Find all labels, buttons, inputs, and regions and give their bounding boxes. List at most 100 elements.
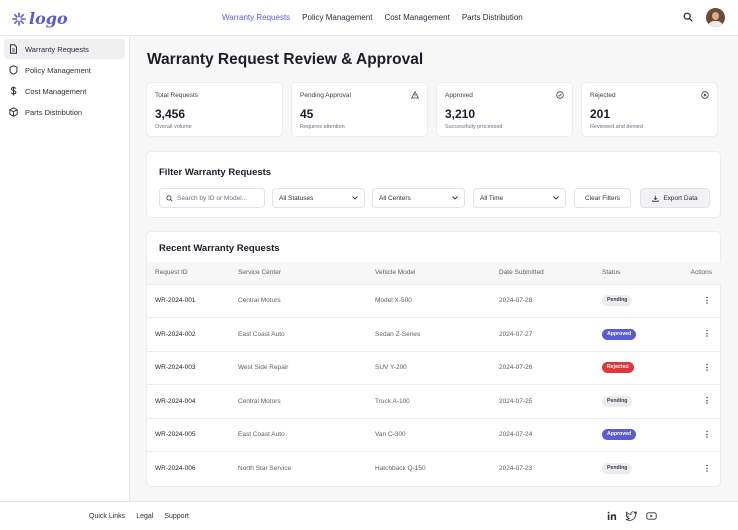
export-data-button[interactable]: Export Data: [640, 188, 710, 208]
column-header-date-submitted[interactable]: Date Submitted: [499, 262, 602, 284]
sidebar-item-label: Warranty Requests: [25, 44, 89, 54]
sidebar-item-cost-management[interactable]: Cost Management: [4, 81, 125, 101]
cell-vehicle-model: Sedan Z-Series: [375, 317, 499, 351]
sidebar-item-policy-management[interactable]: Policy Management: [4, 60, 125, 80]
topnav-warranty-requests[interactable]: Warranty Requests: [222, 13, 290, 22]
status-badge: Rejected: [602, 362, 634, 374]
chevron-down-icon: [553, 196, 559, 200]
topnav-policy-management[interactable]: Policy Management: [302, 13, 372, 22]
export-data-label: Export Data: [663, 194, 698, 202]
stat-value: 3,210: [445, 107, 476, 121]
recent-requests-card: Recent Warranty Requests Request ID Serv…: [146, 231, 722, 487]
stat-card-pending-approval: Pending Approval 45 Requires attention: [291, 82, 428, 137]
footer-link-quick-links[interactable]: Quick Links: [89, 513, 125, 520]
sidebar: Warranty Requests Policy Management Cost…: [0, 36, 130, 501]
linkedin-icon[interactable]: [607, 511, 617, 521]
stat-value: 45: [300, 107, 314, 121]
cell-request-id: WR-2024-004: [147, 384, 238, 418]
search-icon[interactable]: [683, 12, 693, 22]
column-header-status[interactable]: Status: [602, 262, 672, 284]
top-navigation-bar: logo Warranty Requests Policy Management…: [0, 0, 738, 36]
topnav-cost-management[interactable]: Cost Management: [384, 13, 449, 22]
cell-service-center: Central Motors: [238, 384, 375, 418]
more-actions-icon[interactable]: ⋮: [702, 397, 712, 405]
topnav-parts-distribution[interactable]: Parts Distribution: [462, 13, 523, 22]
center-select[interactable]: All Centers: [372, 188, 465, 208]
column-header-service-center[interactable]: Service Center: [238, 262, 375, 284]
logo-text: logo: [29, 9, 68, 28]
sidebar-item-label: Parts Distribution: [25, 107, 83, 117]
more-actions-icon[interactable]: ⋮: [702, 464, 712, 473]
search-placeholder: Search by ID or Model...: [177, 194, 248, 202]
more-actions-icon[interactable]: ⋮: [702, 296, 712, 305]
more-actions-icon[interactable]: ⋮: [702, 363, 712, 372]
cell-date-submitted: 2024-07-26: [499, 350, 602, 385]
footer-link-legal[interactable]: Legal: [136, 513, 153, 520]
sidebar-item-label: Policy Management: [25, 65, 91, 75]
stat-label: Approved: [445, 92, 473, 99]
table-row[interactable]: WR-2024-006 North Star Service Hatchback…: [147, 451, 722, 485]
cell-request-id: WR-2024-001: [147, 283, 238, 318]
chevron-down-icon: [452, 196, 458, 200]
brand-logo[interactable]: logo: [12, 9, 68, 28]
social-links: [607, 511, 657, 521]
table-row[interactable]: WR-2024-001 Central Motors Model X-500 2…: [147, 283, 722, 318]
x-circle-icon: [701, 91, 709, 99]
top-nav-links: Warranty Requests Policy Management Cost…: [222, 13, 523, 22]
shield-icon: [9, 65, 18, 75]
footer-links: Quick Links Legal Support: [89, 513, 189, 520]
cell-request-id: WR-2024-002: [147, 317, 238, 351]
clear-filters-button[interactable]: Clear Filters: [574, 188, 631, 208]
column-header-vehicle-model[interactable]: Vehicle Model: [375, 262, 499, 284]
table-title: Recent Warranty Requests: [159, 243, 280, 254]
document-icon: [10, 44, 17, 54]
filter-card-title: Filter Warranty Requests: [159, 167, 272, 178]
dollar-icon: [10, 86, 17, 96]
cell-service-center: North Star Service: [238, 451, 375, 485]
cell-vehicle-model: Truck A-100: [375, 384, 499, 418]
search-input[interactable]: Search by ID or Model...: [159, 188, 265, 208]
status-badge: Pending: [602, 463, 633, 474]
logo-burst-icon: [12, 11, 26, 26]
cell-vehicle-model: SUV Y-200: [375, 350, 499, 385]
cell-date-submitted: 2024-07-27: [499, 317, 602, 351]
stat-label: Pending Approval: [300, 92, 351, 99]
package-icon: [9, 107, 18, 117]
footer-link-support[interactable]: Support: [164, 513, 189, 520]
status-select[interactable]: All Statuses: [272, 188, 365, 208]
more-actions-icon[interactable]: ⋮: [702, 330, 712, 338]
cell-request-id: WR-2024-003: [147, 350, 238, 385]
stat-subtitle: Overall volume: [155, 124, 192, 130]
cell-request-id: WR-2024-006: [147, 451, 238, 485]
stat-subtitle: Reviewed and denied: [590, 124, 643, 130]
sidebar-item-parts-distribution[interactable]: Parts Distribution: [4, 102, 125, 122]
stat-value: 3,456: [155, 107, 186, 121]
table-row[interactable]: WR-2024-002 East Coast Auto Sedan Z-Seri…: [147, 317, 722, 351]
stat-subtitle: Successfully processed: [445, 124, 503, 130]
column-header-request-id[interactable]: Request ID: [147, 262, 238, 284]
cell-request-id: WR-2024-005: [147, 417, 238, 452]
youtube-icon[interactable]: [646, 511, 657, 521]
filter-card: Filter Warranty Requests Search by ID or…: [146, 151, 721, 218]
stat-label: Rejected: [590, 92, 616, 99]
stat-value: 201: [590, 107, 611, 121]
twitter-icon[interactable]: [626, 511, 637, 521]
status-badge: Approved: [602, 429, 637, 441]
table-row[interactable]: WR-2024-005 East Coast Auto Van C-300 20…: [147, 417, 722, 452]
center-select-value: All Centers: [379, 194, 411, 202]
cell-vehicle-model: Van C-300: [375, 417, 499, 452]
avatar[interactable]: [706, 8, 725, 27]
stat-card-approved: Approved 3,210 Successfully processed: [436, 82, 573, 137]
cell-vehicle-model: Model X-500: [375, 283, 499, 318]
download-icon: [652, 195, 660, 202]
time-select-value: All Time: [480, 194, 504, 202]
column-header-actions: Actions: [672, 262, 722, 284]
table-row[interactable]: WR-2024-003 West Side Repair SUV Y-200 2…: [147, 350, 722, 385]
stat-card-total-requests: Total Requests 3,456 Overall volume: [146, 82, 283, 137]
time-select[interactable]: All Time: [473, 188, 566, 208]
more-actions-icon[interactable]: ⋮: [702, 430, 712, 439]
status-select-value: All Statuses: [279, 194, 314, 202]
table-row[interactable]: WR-2024-004 Central Motors Truck A-100 2…: [147, 384, 722, 418]
sidebar-item-warranty-requests[interactable]: Warranty Requests: [4, 39, 125, 59]
cell-date-submitted: 2024-07-25: [499, 384, 602, 418]
